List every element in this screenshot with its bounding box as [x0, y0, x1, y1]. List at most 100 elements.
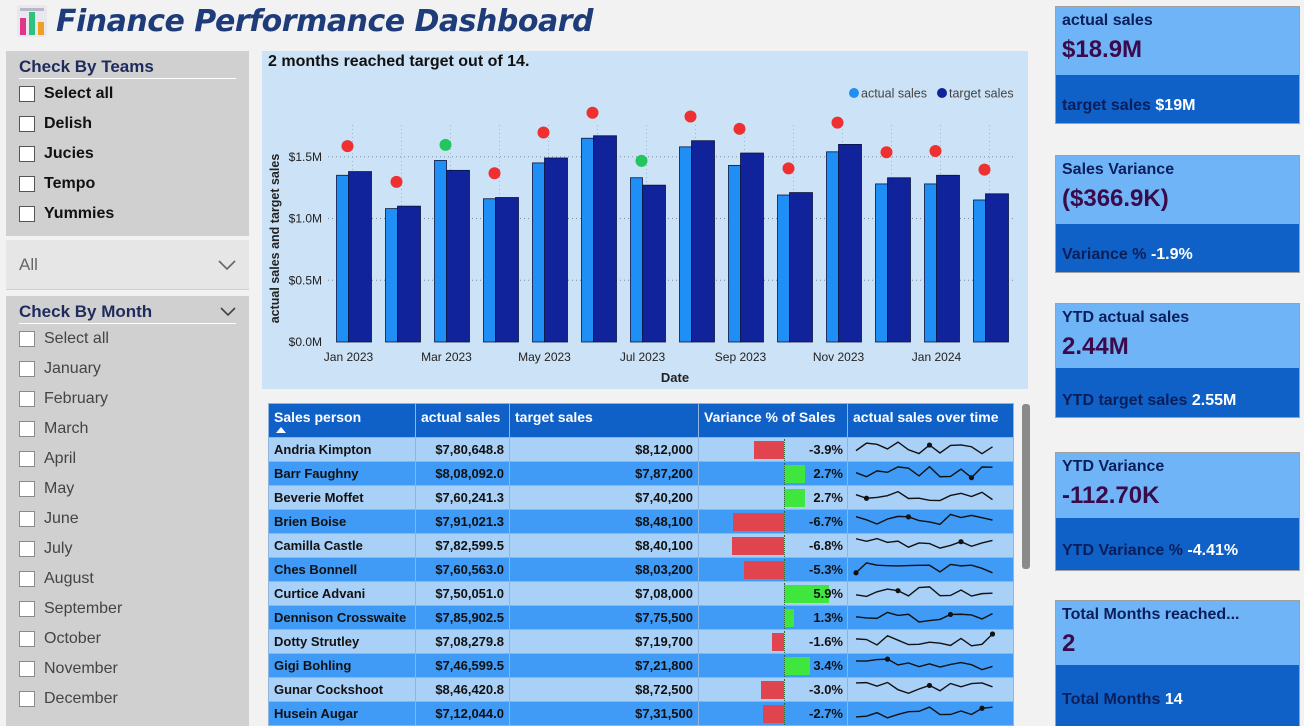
month-option-january[interactable]: January [6, 354, 249, 384]
target-marker [880, 146, 893, 159]
month-option-october[interactable]: October [6, 624, 249, 654]
month-option-may[interactable]: May [6, 474, 249, 504]
checkbox[interactable] [19, 421, 35, 437]
bar-actual-sales [973, 199, 986, 343]
team-option-delish[interactable]: Delish [6, 109, 249, 139]
team-option-yummies[interactable]: Yummies [6, 199, 249, 229]
table-row[interactable]: Curtice Advani $7,50,051.0 $7,08,000 5.9% [268, 581, 1014, 606]
variance-bar [732, 536, 784, 555]
cell-sparkline [847, 533, 1014, 558]
table-row[interactable]: Dennison Crosswaite $7,85,902.5 $7,75,500 1… [268, 605, 1014, 630]
variance-label: -3.0% [809, 681, 843, 697]
team-option-select-all[interactable]: Select all [6, 79, 249, 109]
table-row[interactable]: Camilla Castle $7,82,599.5 $8,40,100 -6.8% [268, 533, 1014, 558]
y-axis-label: actual sales and target sales [268, 154, 282, 324]
col-header-target-sales[interactable]: target sales [509, 403, 699, 438]
target-marker [831, 116, 844, 129]
cell-actual-sales: $8,08,092.0 [415, 461, 510, 486]
checkbox[interactable] [19, 601, 35, 617]
cell-sparkline [847, 653, 1014, 678]
table-row[interactable]: Beverie Moffet $7,60,241.3 $7,40,200 2.7% [268, 485, 1014, 510]
month-option-april[interactable]: April [6, 444, 249, 474]
team-option-jucies[interactable]: Jucies [6, 139, 249, 169]
cell-sales-person: Ches Bonnell [268, 557, 416, 582]
cell-sparkline [847, 485, 1014, 510]
team-option-label: Delish [44, 115, 93, 132]
variance-label: -1.6% [809, 633, 843, 649]
chevron-down-icon[interactable] [220, 307, 236, 317]
cell-variance: 5.9% [698, 581, 848, 606]
checkbox[interactable] [19, 86, 35, 102]
table-row[interactable]: Brien Boise $7,91,021.3 $8,48,100 -6.7% [268, 509, 1014, 534]
col-header-variance[interactable]: Variance % of Sales [698, 403, 848, 438]
month-option-august[interactable]: August [6, 564, 249, 594]
checkbox[interactable] [19, 146, 35, 162]
bar-target-sales [495, 197, 519, 343]
col-header-sparkline[interactable]: actual sales over time [847, 403, 1014, 438]
sales-person-table: Sales person actual sales target sales V… [268, 403, 1014, 726]
table-row[interactable]: Andria Kimpton $7,80,648.8 $8,12,000 -3.9% [268, 437, 1014, 462]
variance-bar [771, 632, 784, 651]
checkbox[interactable] [19, 571, 35, 587]
target-marker [341, 140, 354, 153]
target-marker [733, 122, 746, 135]
team-option-tempo[interactable]: Tempo [6, 169, 249, 199]
checkbox[interactable] [19, 391, 35, 407]
target-marker [390, 175, 403, 188]
bar-target-sales [985, 193, 1009, 343]
x-tick-label: Sep 2023 [715, 350, 767, 364]
variance-bar [743, 560, 784, 579]
month-option-june[interactable]: June [6, 504, 249, 534]
month-option-label: Select all [44, 330, 109, 347]
checkbox[interactable] [19, 116, 35, 132]
cell-actual-sales: $7,82,599.5 [415, 533, 510, 558]
cell-actual-sales: $7,12,044.0 [415, 701, 510, 726]
kpi-ytd-actual: YTD actual sales 2.44M YTD target sales … [1055, 303, 1300, 418]
kpi-sub-label: Total Months [1062, 691, 1161, 708]
x-axis-label: Date [661, 370, 689, 385]
month-option-march[interactable]: March [6, 414, 249, 444]
checkbox[interactable] [19, 331, 35, 347]
col-header-sales-person[interactable]: Sales person [268, 403, 416, 438]
cell-sparkline [847, 605, 1014, 630]
checkbox[interactable] [19, 481, 35, 497]
checkbox[interactable] [19, 451, 35, 467]
cell-sparkline [847, 509, 1014, 534]
table-row[interactable]: Gunar Cockshoot $8,46,420.8 $8,72,500 -3.0% [268, 677, 1014, 702]
checkbox[interactable] [19, 691, 35, 707]
month-option-select-all[interactable]: Select all [6, 324, 249, 354]
variance-label: -6.8% [809, 537, 843, 553]
month-option-november[interactable]: November [6, 654, 249, 684]
checkbox[interactable] [19, 361, 35, 377]
month-option-july[interactable]: July [6, 534, 249, 564]
y-tick-label: $1.5M [289, 150, 322, 164]
checkbox[interactable] [19, 206, 35, 222]
kpi-title: Sales Variance [1062, 161, 1175, 178]
month-option-september[interactable]: September [6, 594, 249, 624]
bar-actual-sales [336, 174, 349, 343]
filter-dropdown[interactable]: All [6, 240, 249, 290]
bar-actual-sales [483, 198, 496, 343]
cell-target-sales: $7,75,500 [509, 605, 699, 630]
month-option-label: November [44, 660, 118, 677]
table-row[interactable]: Dotty Strutley $7,08,279.8 $7,19,700 -1.6% [268, 629, 1014, 654]
table-scrollbar[interactable] [1022, 404, 1030, 569]
checkbox[interactable] [19, 176, 35, 192]
table-row[interactable]: Gigi Bohling $7,46,599.5 $7,21,800 3.4% [268, 653, 1014, 678]
month-option-december[interactable]: December [6, 684, 249, 714]
checkbox[interactable] [19, 541, 35, 557]
table-row[interactable]: Ches Bonnell $7,60,563.0 $8,03,200 -5.3% [268, 557, 1014, 582]
month-option-february[interactable]: February [6, 384, 249, 414]
checkbox[interactable] [19, 631, 35, 647]
col-header-actual-sales[interactable]: actual sales [415, 403, 510, 438]
cell-actual-sales: $7,46,599.5 [415, 653, 510, 678]
table-row[interactable]: Barr Faughny $8,08,092.0 $7,87,200 2.7% [268, 461, 1014, 486]
checkbox[interactable] [19, 511, 35, 527]
x-tick-label: Jan 2024 [912, 350, 962, 364]
table-row[interactable]: Husein Augar $7,12,044.0 $7,31,500 -2.7% [268, 701, 1014, 726]
checkbox[interactable] [19, 661, 35, 677]
kpi-sub-value: $19M [1155, 97, 1196, 114]
kpi-value: 2 [1062, 630, 1076, 657]
variance-bar [784, 656, 810, 675]
cell-variance: -5.3% [698, 557, 848, 582]
